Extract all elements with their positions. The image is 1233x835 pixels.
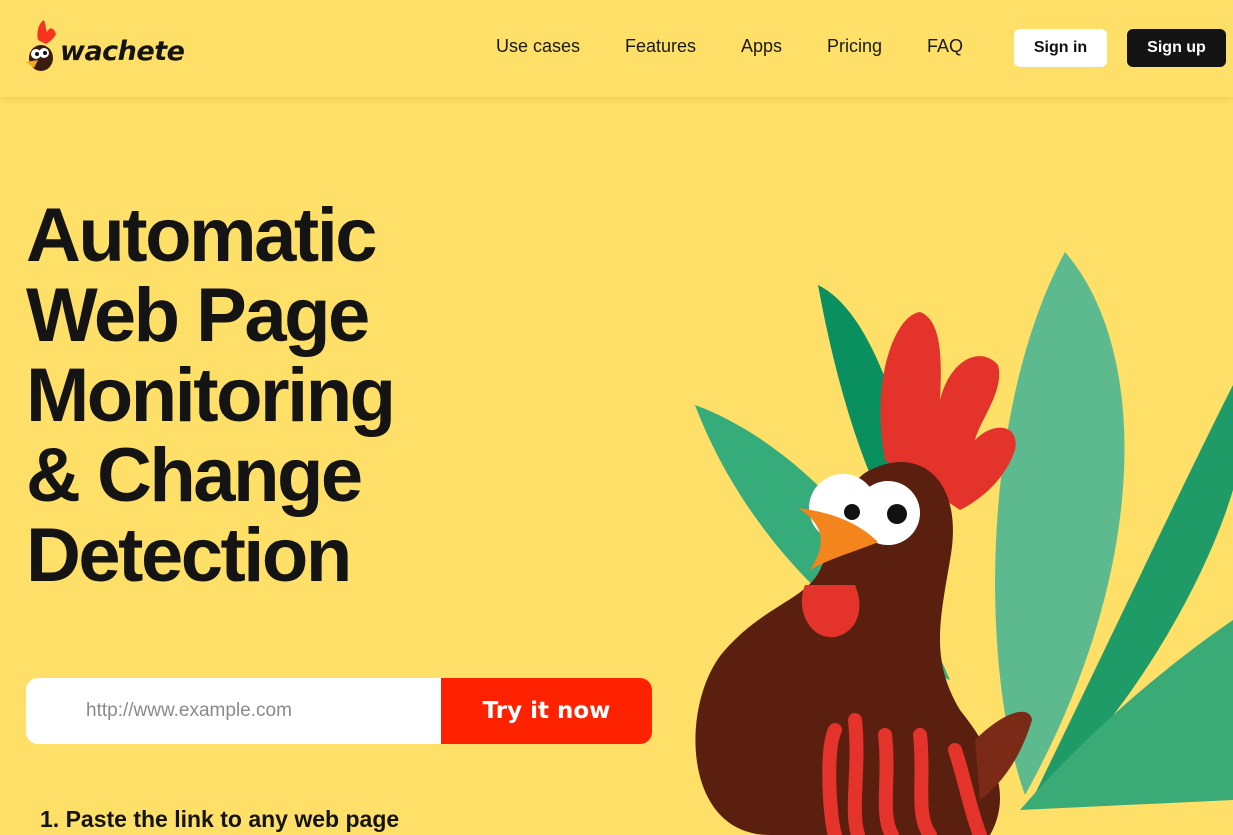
hero-title: Automatic Web Page Monitoring & Change D… [26,193,396,598]
hero-title-line: Web Page [26,273,370,358]
pupil-left [844,504,860,520]
hero-title-line: & Change [26,433,363,518]
hero-title-line: Detection [26,513,352,598]
sign-in-button[interactable]: Sign in [1014,29,1107,67]
try-it-now-button[interactable]: Try it now [441,678,652,744]
wachete-logo[interactable]: wachete [24,18,194,78]
top-navigation-bar: wachete Use cases Features Apps Pricing … [0,0,1233,97]
step-1-text: 1. Paste the link to any web page [40,806,400,832]
pupil-right [887,504,907,524]
nav-faq[interactable]: FAQ [927,36,963,57]
nav-apps[interactable]: Apps [741,36,782,57]
nav-features[interactable]: Features [625,36,696,57]
nav-pricing[interactable]: Pricing [827,36,882,57]
sign-up-button[interactable]: Sign up [1127,29,1226,67]
brand-name: wachete [60,36,185,67]
url-monitor-form: Try it now [26,678,652,744]
rooster-logo-icon [26,20,56,71]
nav-use-cases[interactable]: Use cases [496,36,580,57]
hero-title-line: Automatic [26,193,378,278]
hero-title-line: Monitoring [26,353,396,438]
rooster-illustration [695,252,1233,835]
url-input[interactable] [26,678,441,744]
